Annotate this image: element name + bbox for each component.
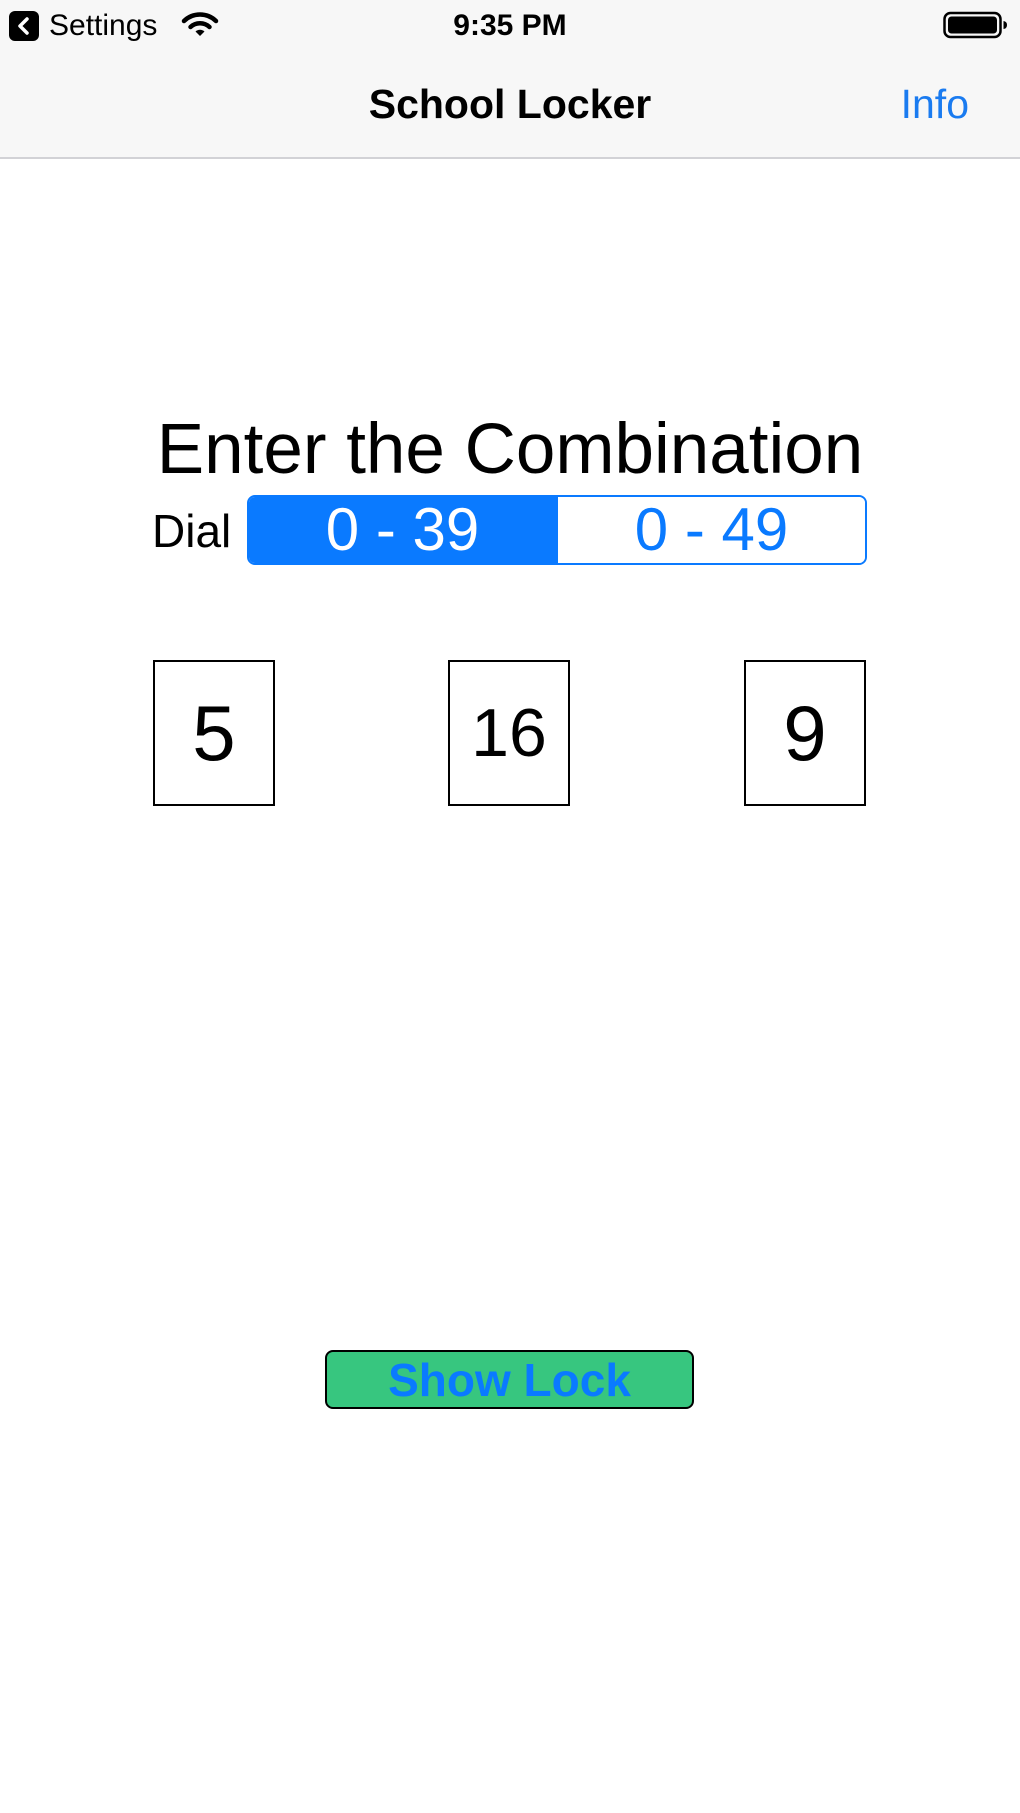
segment-0-39[interactable]: 0 - 39 [249, 497, 556, 563]
show-lock-button[interactable]: Show Lock [325, 1350, 694, 1409]
combination-number-3-field[interactable]: 9 [744, 660, 866, 806]
battery-icon [943, 11, 1007, 39]
dial-label: Dial [152, 505, 232, 557]
segment-0-49[interactable]: 0 - 49 [556, 497, 865, 563]
status-time: 9:35 PM [453, 9, 567, 42]
dial-range-segmented-control: 0 - 39 0 - 49 [247, 495, 867, 565]
info-button[interactable]: Info [901, 80, 969, 128]
combination-heading: Enter the Combination [156, 410, 864, 489]
page-title: School Locker [368, 81, 652, 127]
combination-number-1-field[interactable]: 5 [153, 660, 275, 806]
screen: Settings 9:35 PM School Locker Info Ente… [0, 0, 1020, 1813]
combination-number-2-field[interactable]: 16 [448, 660, 570, 806]
